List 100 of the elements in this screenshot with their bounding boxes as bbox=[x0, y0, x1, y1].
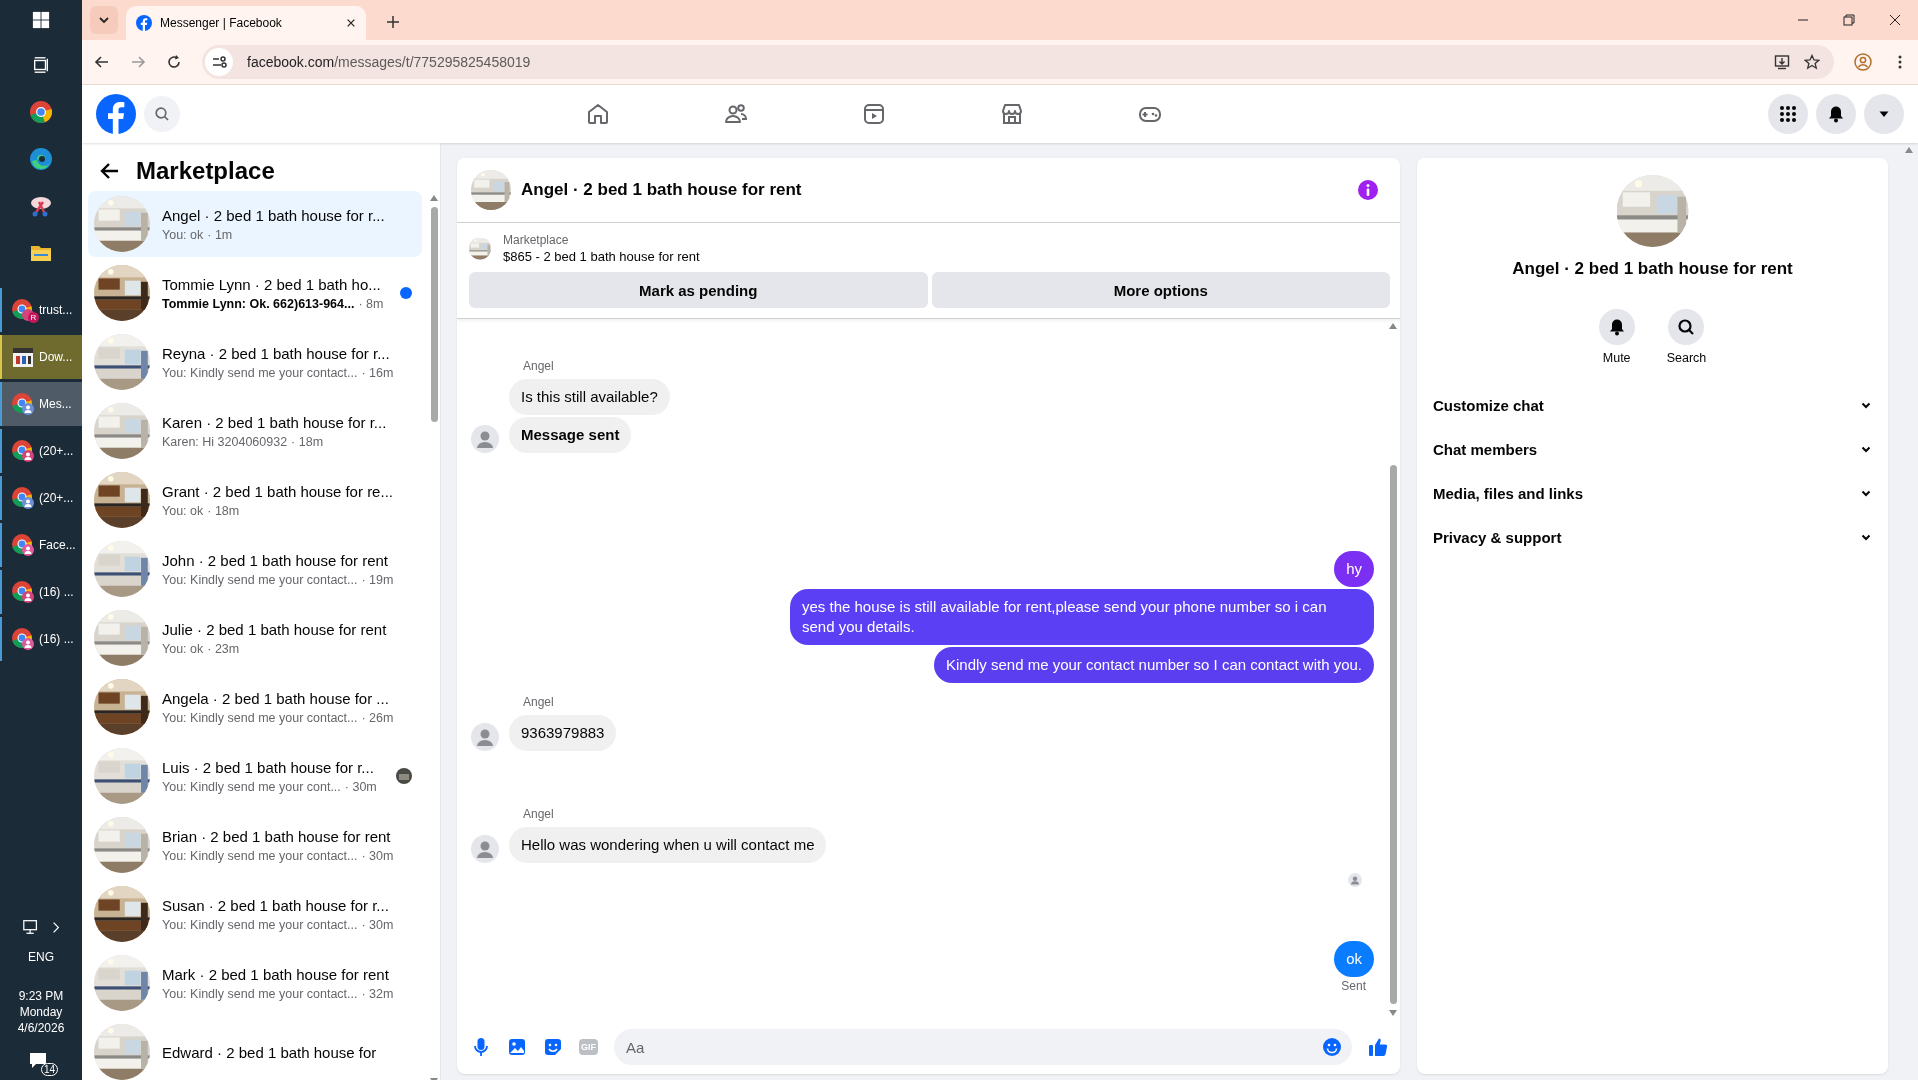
accordion-item[interactable]: Chat members bbox=[1433, 427, 1872, 471]
close-icon[interactable] bbox=[346, 18, 356, 28]
edge-icon[interactable] bbox=[29, 147, 53, 171]
new-tab-icon[interactable] bbox=[386, 15, 400, 29]
sender-name: Angel bbox=[523, 359, 555, 373]
message-preview: You: Kindly send me your contact... bbox=[162, 986, 358, 1001]
conversation-item[interactable]: Julie · 2 bed 1 bath house for rent You: ok · 23m bbox=[88, 605, 422, 671]
bell-icon bbox=[1607, 318, 1626, 336]
bell-icon bbox=[1827, 105, 1845, 123]
mute-button[interactable] bbox=[1598, 309, 1635, 345]
message-time: · 1m bbox=[207, 227, 233, 242]
accordion-item[interactable]: Customize chat bbox=[1433, 383, 1872, 427]
store-icon[interactable] bbox=[1000, 102, 1024, 126]
conversation-item[interactable]: Angela · 2 bed 1 bath house for ... You: Kindly send me your contact... · 26m bbox=[88, 674, 422, 740]
notification-count: 14 bbox=[40, 1063, 58, 1076]
chrome-icon bbox=[11, 392, 35, 416]
address-bar[interactable]: facebook.com/messages/t/775295825458019 bbox=[202, 45, 1834, 79]
conversation-item[interactable]: Karen · 2 bed 1 bath house for r... Karen: Hi 3204060932 · 18m bbox=[88, 398, 422, 464]
conversation-title: Karen · 2 bed 1 bath house for r... bbox=[162, 413, 388, 431]
taskbar-window-button[interactable]: Mes... bbox=[0, 382, 82, 426]
back-arrow-icon[interactable] bbox=[100, 161, 120, 181]
tab-title: Messenger | Facebook bbox=[160, 16, 283, 30]
message-time: · 19m bbox=[361, 572, 394, 587]
conversation-item[interactable]: John · 2 bed 1 bath house for rent You: Kindly send me your contact... · 19m bbox=[88, 536, 422, 602]
menu-button[interactable] bbox=[1768, 94, 1808, 134]
listing-action-button[interactable]: Mark as pending bbox=[469, 272, 928, 308]
conversation-item[interactable]: Grant · 2 bed 1 bath house for re... You: ok · 18m bbox=[88, 467, 422, 533]
bookmark-star-icon[interactable] bbox=[1804, 54, 1820, 70]
delivery-status: Sent bbox=[1341, 979, 1366, 993]
conversation-title: Julie · 2 bed 1 bath house for rent bbox=[162, 620, 388, 638]
message-preview: You: ok bbox=[162, 227, 204, 242]
browser-tab[interactable]: Messenger | Facebook bbox=[126, 6, 366, 40]
back-icon[interactable] bbox=[94, 54, 110, 70]
friends-icon[interactable] bbox=[724, 102, 748, 126]
accordion-item[interactable]: Media, files and links bbox=[1433, 471, 1872, 515]
reload-icon[interactable] bbox=[166, 54, 182, 70]
network-icon[interactable] bbox=[22, 918, 40, 936]
video-icon[interactable] bbox=[862, 102, 886, 126]
chrome-icon bbox=[11, 298, 35, 322]
microphone-icon[interactable] bbox=[471, 1037, 491, 1057]
site-settings-icon[interactable] bbox=[205, 48, 233, 76]
conversation-item[interactable]: Luis · 2 bed 1 bath house for r... You: Kindly send me your cont... · 30m bbox=[88, 743, 422, 809]
conversation-title: Tommie Lynn · 2 bed 1 bath ho... bbox=[162, 275, 382, 293]
conversation-item[interactable]: Tommie Lynn · 2 bed 1 bath ho... Tommie Lynn: Ok. 662)613-964... · 8m bbox=[88, 260, 422, 326]
conversation-title: Angela · 2 bed 1 bath house for ... bbox=[162, 689, 390, 707]
chrome-icon bbox=[11, 627, 35, 651]
snipping-tool-icon[interactable] bbox=[29, 194, 53, 218]
scrollbar-thumb[interactable] bbox=[430, 207, 438, 422]
message-time: · 16m bbox=[361, 365, 394, 380]
taskbar-window-button[interactable]: Dow... bbox=[0, 335, 82, 379]
conversation-title: Grant · 2 bed 1 bath house for re... bbox=[162, 482, 394, 500]
clock[interactable]: 9:23 PM Monday 4/6/2026 bbox=[17, 988, 65, 1036]
chevron-right-icon[interactable] bbox=[52, 920, 60, 934]
tab-search-button[interactable] bbox=[90, 6, 118, 34]
conversation-title: Luis · 2 bed 1 bath house for r... bbox=[162, 758, 375, 776]
message-bubble: yes the house is still available for rent,please send your phone number so i can send you details. bbox=[790, 589, 1374, 645]
chrome-icon bbox=[11, 439, 35, 463]
url-text: facebook.com/messages/t/775295825458019 bbox=[247, 54, 531, 70]
message-preview: You: ok bbox=[162, 503, 204, 518]
listing-title[interactable]: $865 - 2 bed 1 bath house for rent bbox=[503, 249, 700, 264]
conversation-item[interactable]: Brian · 2 bed 1 bath house for rent You: Kindly send me your contact... · 30m bbox=[88, 812, 422, 878]
forward-icon[interactable] bbox=[130, 54, 146, 70]
clock-date: 4/6/2026 bbox=[17, 1020, 65, 1036]
listing-action-button[interactable]: More options bbox=[931, 272, 1390, 308]
accordion-item[interactable]: Privacy & support bbox=[1433, 515, 1872, 559]
emoji-icon[interactable] bbox=[1322, 1037, 1342, 1057]
restore-icon[interactable] bbox=[1843, 14, 1855, 26]
chrome-icon bbox=[11, 533, 35, 557]
message-bubble: Hello was wondering when u will contact me bbox=[509, 827, 827, 863]
conversation-item[interactable]: Edward · 2 bed 1 bath house for bbox=[88, 1019, 422, 1080]
thumbs-up-icon[interactable] bbox=[1368, 1037, 1388, 1057]
conversation-item[interactable]: Angel · 2 bed 1 bath house for r... You: ok · 1m bbox=[88, 191, 422, 257]
chrome-icon bbox=[11, 486, 35, 510]
message-input[interactable]: Aa bbox=[614, 1029, 1352, 1065]
windows-start-icon[interactable] bbox=[32, 11, 50, 29]
search-button[interactable] bbox=[1668, 309, 1705, 345]
conversation-item[interactable]: Susan · 2 bed 1 bath house for r... You: Kindly send me your contact... · 30m bbox=[88, 881, 422, 947]
conversation-title: Mark · 2 bed 1 bath house for rent bbox=[162, 965, 390, 983]
message-time: · 26m bbox=[361, 710, 394, 725]
conversation-item[interactable]: Mark · 2 bed 1 bath house for rent You: Kindly send me your contact... · 32m bbox=[88, 950, 422, 1016]
message-preview: You: Kindly send me your contact... bbox=[162, 710, 358, 725]
install-app-icon[interactable] bbox=[1774, 54, 1790, 70]
notifications-button[interactable] bbox=[1816, 94, 1856, 134]
language-indicator[interactable]: ENG bbox=[28, 950, 54, 964]
sticker-icon[interactable] bbox=[543, 1037, 563, 1057]
scroll-up-icon[interactable] bbox=[430, 195, 438, 201]
conversation-item[interactable]: Reyna · 2 bed 1 bath house for r... You: Kindly send me your contact... · 16m bbox=[88, 329, 422, 395]
image-icon[interactable] bbox=[507, 1037, 527, 1057]
scroll-down-icon[interactable] bbox=[1389, 1010, 1397, 1016]
scroll-up-icon[interactable] bbox=[1389, 323, 1397, 329]
profile-icon[interactable] bbox=[1854, 53, 1872, 71]
home-icon[interactable] bbox=[586, 102, 610, 126]
info-icon[interactable] bbox=[1358, 180, 1378, 200]
conversation-title: Edward · 2 bed 1 bath house for bbox=[162, 1043, 378, 1061]
close-icon[interactable] bbox=[1889, 14, 1901, 26]
chrome-icon[interactable] bbox=[29, 100, 53, 124]
task-view-icon[interactable] bbox=[32, 56, 50, 74]
scrollbar-thumb[interactable] bbox=[1389, 465, 1397, 1004]
facebook-logo-icon[interactable] bbox=[96, 94, 136, 134]
scroll-up-icon[interactable] bbox=[1905, 147, 1913, 153]
